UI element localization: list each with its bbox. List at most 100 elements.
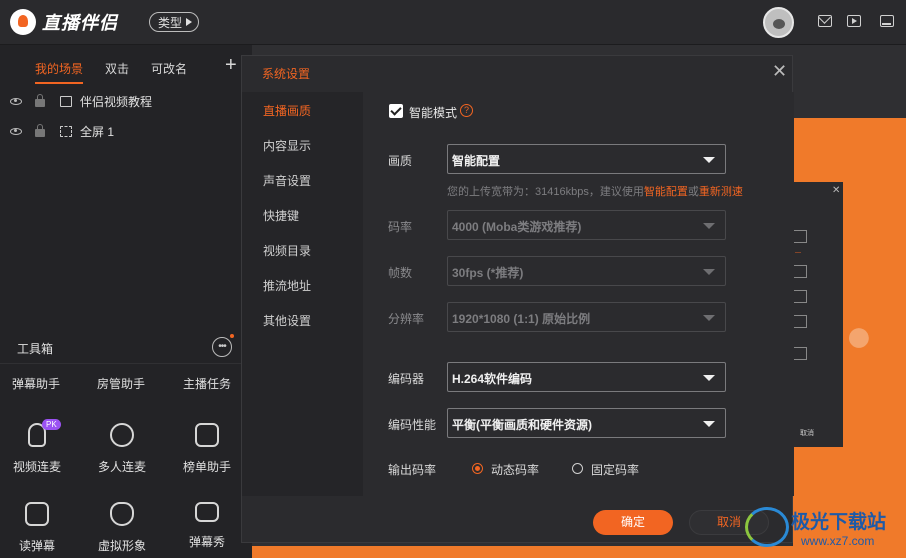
nav-audio[interactable]: 声音设置 <box>263 172 311 189</box>
scene-tabs: 我的场景 双击 可改名 + <box>0 45 252 85</box>
mail-icon[interactable] <box>818 15 832 27</box>
bitrate-select[interactable]: 4000 (Moba类游戏推荐) <box>447 210 726 240</box>
nav-video-directory[interactable]: 视频目录 <box>263 242 311 259</box>
resolution-value: 1920*1080 (1:1) 原始比例 <box>452 312 591 326</box>
tool-danmu-show[interactable]: 弹幕秀 <box>172 502 242 550</box>
fps-value: 30fps (*推荐) <box>452 266 524 280</box>
app-name: 直播伴侣 <box>42 13 118 33</box>
user-avatar[interactable] <box>763 7 794 38</box>
more-icon[interactable]: ••• <box>212 337 232 357</box>
divider <box>0 363 252 364</box>
play-arrow-icon <box>186 18 193 26</box>
tool-ranking[interactable]: 榜单助手 <box>172 423 242 475</box>
tool-label: 视频连麦 <box>12 460 61 474</box>
top-bar: 直播伴侣 类型 <box>0 0 906 45</box>
tool-multi-link[interactable]: 多人连麦 <box>87 423 157 475</box>
tool-video-link[interactable]: PK 视频连麦 <box>2 419 72 475</box>
tab-renamable[interactable]: 可改名 <box>151 60 187 77</box>
tool-read-danmu[interactable]: 读弹幕 <box>2 502 72 554</box>
watermark-title: 极光下载站 <box>791 512 887 533</box>
bandwidth-or: 或 <box>687 186 699 198</box>
tab-my-scenes[interactable]: 我的场景 <box>35 60 84 84</box>
avatar-icon <box>110 502 134 526</box>
eye-icon[interactable] <box>10 127 22 135</box>
radio-fixed-bitrate[interactable] <box>572 463 583 474</box>
lock-icon[interactable] <box>35 93 45 107</box>
type-button-label: 类型 <box>158 15 183 30</box>
encoder-select[interactable]: H.264软件编码 <box>447 362 726 392</box>
add-scene-button[interactable]: + <box>225 55 237 75</box>
nav-other[interactable]: 其他设置 <box>263 312 311 329</box>
preview-blur-graphic: ● <box>845 309 873 361</box>
tool-label: 多人连麦 <box>97 460 146 474</box>
bitrate-label: 码率 <box>388 220 413 234</box>
fps-label: 帧数 <box>388 266 413 280</box>
tool-label: 虚拟形象 <box>97 539 146 553</box>
bitrate-value: 4000 (Moba类游戏推荐) <box>452 220 582 234</box>
retest-speed-link[interactable]: 重新测速 <box>699 186 743 198</box>
ranking-icon <box>195 423 219 447</box>
window-icon[interactable] <box>880 15 894 27</box>
quality-label: 画质 <box>388 154 413 168</box>
bandwidth-text: 您的上传宽带为：31416kbps，建议使用 <box>447 186 644 198</box>
watermark-url: www.xz7.com <box>801 534 875 548</box>
tool-room-manager[interactable]: 房管助手 <box>97 375 145 392</box>
help-icon[interactable]: ? <box>460 104 473 117</box>
scene-item-label: 全屏 1 <box>80 124 115 139</box>
resolution-label: 分辨率 <box>388 312 425 326</box>
multi-mic-icon <box>110 423 134 447</box>
radio-dynamic-label: 动态码率 <box>491 463 540 477</box>
chevron-down-icon <box>703 223 715 229</box>
nav-stream-quality[interactable]: 直播画质 <box>263 102 311 119</box>
chevron-down-icon <box>703 421 715 427</box>
chevron-down-icon <box>703 375 715 381</box>
encoder-perf-value: 平衡(平衡画质和硬件资源) <box>452 418 592 432</box>
left-panel: 我的场景 双击 可改名 + 伴侣视频教程 全屏 1 工具箱 ••• 弹幕助手 房… <box>0 45 252 558</box>
close-icon: ✕ <box>832 185 841 196</box>
tool-label: 弹幕秀 <box>188 535 225 549</box>
chevron-down-icon <box>703 269 715 275</box>
scene-item[interactable]: 全屏 1 <box>0 117 252 145</box>
notification-dot <box>230 334 234 338</box>
scene-item[interactable]: 伴侣视频教程 <box>0 87 252 115</box>
watermark: 极光下载站 www.xz7.com <box>745 505 906 555</box>
quality-select[interactable]: 智能配置 <box>447 144 726 174</box>
nav-content-display[interactable]: 内容显示 <box>263 137 311 154</box>
tool-danmu-assistant[interactable]: 弹幕助手 <box>12 375 60 392</box>
quality-value: 智能配置 <box>452 154 501 168</box>
eye-icon[interactable] <box>10 97 22 105</box>
lock-icon[interactable] <box>35 123 45 137</box>
video-source-icon <box>60 95 72 107</box>
nav-push-url[interactable]: 推流地址 <box>263 277 311 294</box>
encoder-perf-select[interactable]: 平衡(平衡画质和硬件资源) <box>447 408 726 438</box>
radio-dynamic-bitrate[interactable] <box>472 463 483 474</box>
tool-host-tasks[interactable]: 主播任务 <box>183 375 231 392</box>
preview-field <box>793 347 807 360</box>
preview-text: — <box>795 250 801 256</box>
logo-icon <box>10 9 36 35</box>
encoder-perf-label: 编码性能 <box>388 418 437 432</box>
scene-item-label: 伴侣视频教程 <box>80 94 153 109</box>
resolution-select[interactable]: 1920*1080 (1:1) 原始比例 <box>447 302 726 332</box>
smart-mode-label: 智能模式 <box>409 106 458 120</box>
preview-field <box>793 315 807 328</box>
tab-double-click[interactable]: 双击 <box>105 60 129 77</box>
tool-virtual-avatar[interactable]: 虚拟形象 <box>87 502 157 554</box>
pk-badge: PK <box>42 419 61 430</box>
dialog-title: 系统设置 <box>262 67 311 81</box>
nav-hotkeys[interactable]: 快捷键 <box>263 207 299 224</box>
preview-field <box>793 265 807 278</box>
confirm-button[interactable]: 确定 <box>593 510 673 535</box>
chevron-down-icon <box>703 315 715 321</box>
fps-select[interactable]: 30fps (*推荐) <box>447 256 726 286</box>
tv-icon <box>195 502 219 522</box>
video-play-icon[interactable] <box>847 15 861 27</box>
type-button[interactable]: 类型 <box>149 12 200 32</box>
watermark-logo-icon <box>745 507 789 547</box>
preview-cancel-text: 取消 <box>800 430 814 437</box>
preview-field <box>793 290 807 303</box>
smart-config-link[interactable]: 智能配置 <box>644 186 688 198</box>
smart-mode-checkbox[interactable] <box>389 104 403 118</box>
preview-field <box>793 230 807 243</box>
close-icon[interactable]: ✕ <box>772 62 787 80</box>
